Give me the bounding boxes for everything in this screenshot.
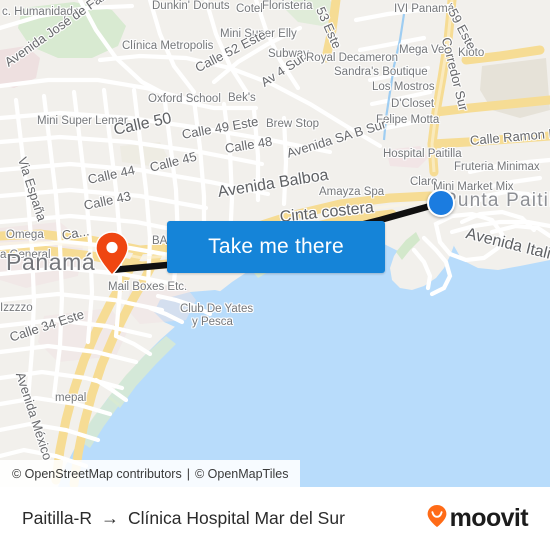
attribution-separator: | [186,466,190,481]
route-origin-label: Paitilla-R [22,508,93,528]
osm-attribution-link[interactable]: © OpenStreetMap contributors [12,467,182,481]
moovit-wordmark: moovit [449,504,529,532]
origin-marker-pin[interactable] [94,231,130,276]
arrow-right-icon: → [101,508,120,528]
take-me-there-button[interactable]: Take me there [167,221,385,273]
moovit-logo[interactable]: moovit [426,504,529,533]
destination-marker-dot[interactable] [427,189,455,217]
moovit-pin-icon [426,504,448,533]
route-destination-label: Clínica Hospital Mar del Sur [128,508,345,528]
footer-bar: Paitilla-R → Clínica Hospital Mar del Su… [0,487,550,550]
map-screen: c. Humanidades Dunkin' Donuts Cotel Florist… [0,0,550,550]
openmaptiles-attribution-link[interactable]: © OpenMapTiles [195,467,289,481]
map-attribution: © OpenStreetMap contributors | © OpenMap… [0,460,301,487]
map-canvas[interactable]: c. Humanidades Dunkin' Donuts Cotel Florist… [0,0,550,487]
route-summary: Paitilla-R → Clínica Hospital Mar del Su… [22,508,426,529]
